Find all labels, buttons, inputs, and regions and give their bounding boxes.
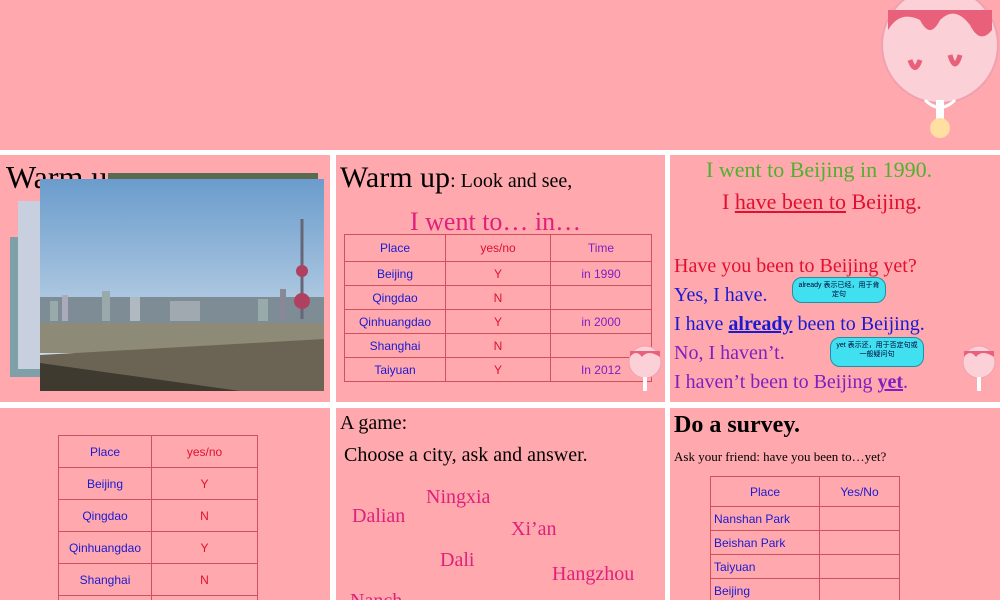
slide-6-thumbnail[interactable]: A game: Choose a city, ask and answer. N…	[336, 408, 665, 600]
table-cell: Beijing	[344, 261, 446, 286]
text: I have	[674, 313, 729, 335]
city-hangzhou: Hangzhou	[552, 563, 635, 585]
lollipop-icon	[962, 345, 996, 391]
table-cell: Y	[151, 531, 258, 564]
table-cell	[819, 554, 900, 579]
keyword-yet: yet	[877, 371, 904, 393]
city-nanchang: Nanch	[350, 590, 402, 600]
text: Beijing.	[846, 189, 922, 214]
slide-5-thumbnail[interactable]: Place yes/no Beijing Y Qingdao N Qinhuangd…	[0, 408, 330, 600]
prompt-text: I went to… in…	[410, 207, 582, 236]
header-place: Place	[58, 435, 152, 468]
table-cell: Taiyuan	[344, 357, 446, 382]
header-yes-no: yes/no	[445, 234, 551, 262]
table-cell: Qinhuangdao	[58, 531, 152, 564]
text: .	[903, 371, 909, 393]
table-cell: Qinhuangdao	[344, 309, 446, 334]
table-cell: Qingdao	[344, 285, 446, 310]
header-yes-no: Yes/No	[819, 476, 900, 507]
answer-yet: I haven’t been to Beijing yet.	[674, 371, 908, 394]
slide-2-thumbnail[interactable]: Warm u	[0, 155, 330, 402]
table-cell	[58, 595, 152, 600]
table-cell	[151, 595, 258, 600]
places-table: Place yes/no Beijing Y Qingdao N Qinhuangd…	[58, 435, 258, 600]
table-cell: Y	[445, 309, 551, 334]
title-main: Warm up	[340, 161, 451, 194]
header-yes-no: yes/no	[151, 435, 258, 468]
instruction-text: Ask your friend: have you been to…yet?	[674, 449, 887, 464]
table-cell: N	[151, 563, 258, 596]
city-dali: Dali	[440, 549, 475, 571]
lollipop-icon	[628, 345, 662, 391]
table-cell: Beijing	[58, 467, 152, 500]
places-table: Place yes/no Time Beijing Yin 1990 Qingda…	[344, 234, 652, 382]
table-cell: Taiyuan	[710, 554, 820, 579]
table-cell: Shanghai	[58, 563, 152, 596]
title-sub: : Look and see,	[450, 170, 573, 192]
line-went: I went to Beijing in 1990.	[706, 157, 933, 182]
slide-1-thumbnail[interactable]	[0, 0, 1000, 150]
city-dalian: Dalian	[352, 505, 406, 527]
table-cell: Nanshan Park	[710, 506, 820, 531]
question-line: Have you been to Beijing yet?	[674, 255, 917, 277]
table-cell	[819, 506, 900, 531]
instruction-text: Choose a city, ask and answer.	[344, 444, 588, 466]
keyword-already: already	[728, 313, 793, 335]
text: I haven’t been to Beijing	[674, 371, 878, 393]
answer-no: No, I haven’t.	[674, 342, 785, 364]
line-have-been: I have been to Beijing.	[722, 189, 922, 215]
slide-title: Do a survey.	[674, 412, 800, 438]
table-cell	[550, 285, 652, 310]
header-time: Time	[550, 234, 652, 262]
answer-already: I have already been to Beijing.	[674, 313, 925, 336]
table-cell: in 2000	[550, 309, 652, 334]
text: I	[722, 189, 735, 214]
city-ningxia: Ningxia	[426, 486, 491, 508]
table-cell: N	[445, 333, 551, 358]
header-place: Place	[344, 234, 446, 262]
table-cell: Y	[445, 357, 551, 382]
slide-title: A game:	[340, 412, 408, 434]
table-cell: Beishan Park	[710, 530, 820, 555]
table-cell: Y	[151, 467, 258, 500]
table-cell: Qingdao	[58, 499, 152, 532]
text: been to Beijing.	[792, 313, 925, 335]
header-place: Place	[710, 476, 820, 507]
table-cell: Shanghai	[344, 333, 446, 358]
table-cell	[819, 578, 900, 600]
lollipop-icon	[881, 0, 999, 138]
note-yet-callout: yet 表示还，用于否定句或一般疑问句	[830, 337, 924, 367]
note-already-callout: already 表示已经，用于肯定句	[792, 277, 886, 303]
table-cell	[819, 530, 900, 555]
table-cell: Y	[445, 261, 551, 286]
slide-4-thumbnail[interactable]: I went to Beijing in 1990. I have been t…	[670, 155, 1000, 402]
city-xian: Xi’an	[511, 518, 557, 540]
table-cell: in 1990	[550, 261, 652, 286]
table-cell: N	[445, 285, 551, 310]
text: have been to	[734, 189, 846, 214]
table-cell: Beijing	[710, 578, 820, 600]
answer-yes: Yes, I have.	[674, 284, 768, 306]
shanghai-bund-photo	[40, 179, 324, 391]
slide-title: Warm up: Look and see,	[340, 161, 572, 195]
table-cell: N	[151, 499, 258, 532]
survey-table: Place Yes/No Nanshan Park Beishan Park T…	[710, 476, 900, 600]
slide-7-thumbnail[interactable]: Do a survey. Ask your friend: have you b…	[670, 408, 1000, 600]
slide-3-thumbnail[interactable]: Warm up: Look and see, I went to… in… Pl…	[336, 155, 665, 402]
